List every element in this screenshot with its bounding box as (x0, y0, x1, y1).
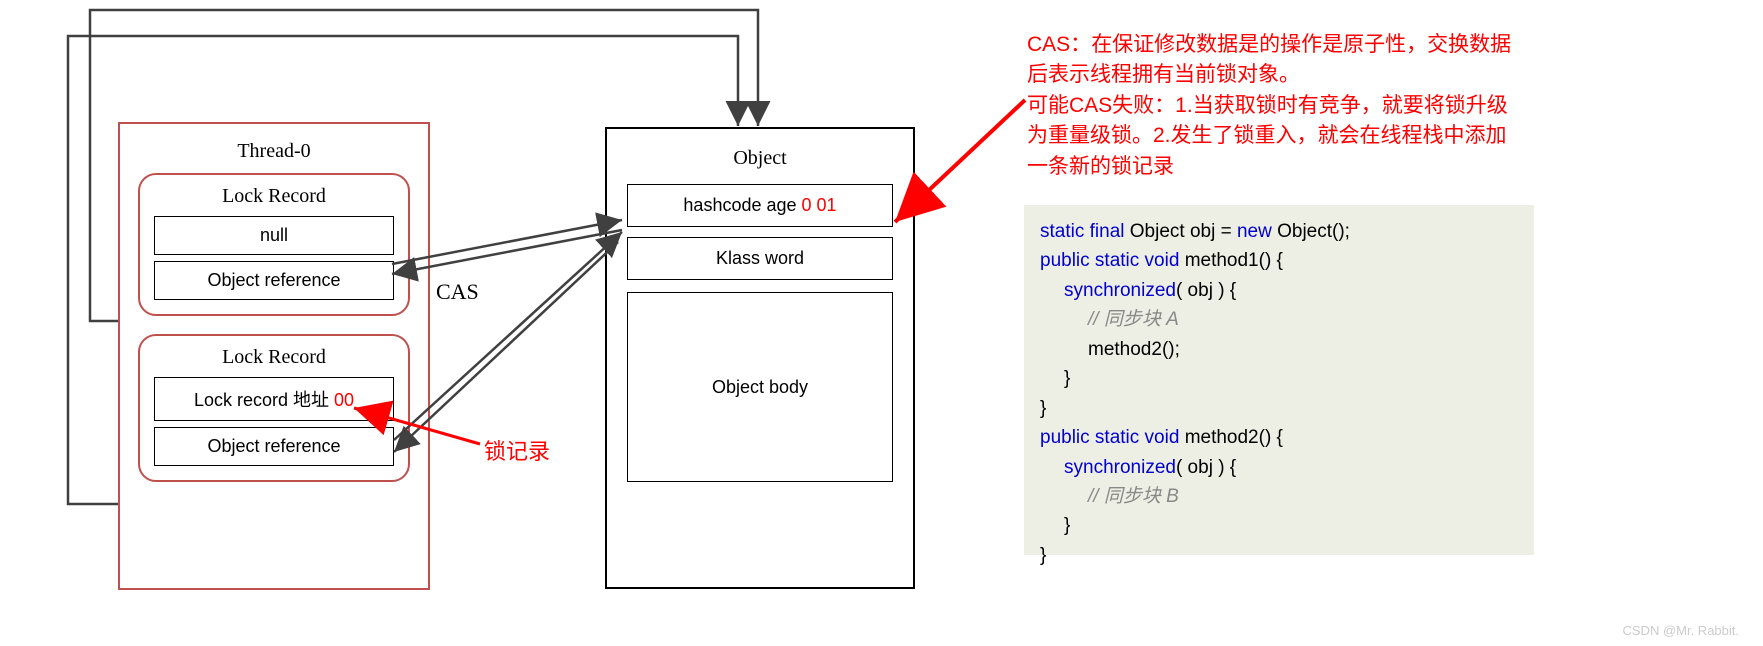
lock-record-0: Lock Record null Object reference (138, 173, 410, 316)
thread-box: Thread-0 Lock Record null Object referen… (118, 122, 430, 590)
code-line: method2(); (1040, 335, 1518, 364)
object-markword: hashcode age 0 01 (627, 184, 893, 227)
code-line: } (1040, 364, 1518, 393)
note-line1: 在保证修改数据是的操作是原子性，交换数据后表示线程拥有当前锁对象。 (1027, 33, 1511, 86)
watermark: CSDN @Mr. Rabbit. (1623, 623, 1740, 638)
code-line: } (1040, 511, 1518, 540)
lock-record-objref: Object reference (154, 261, 394, 300)
code-line: } (1040, 541, 1518, 570)
lockrec-addr-prefix: Lock record 地址 (194, 390, 334, 410)
code-line: public static void method2() { (1040, 423, 1518, 452)
annotation-note: CAS：在保证修改数据是的操作是原子性，交换数据后表示线程拥有当前锁对象。 可能… (1027, 30, 1527, 182)
lock-record-address: Lock record 地址 00 (154, 377, 394, 421)
object-title: Object (607, 147, 913, 170)
thread-title: Thread-0 (120, 140, 428, 163)
markword-suffix: 0 01 (802, 195, 837, 215)
note-line2: 可能CAS失败：1.当获取锁时有竞争，就要将锁升级为重量级锁。2.发生了锁重入，… (1027, 94, 1508, 178)
code-line: synchronized( obj ) { (1040, 276, 1518, 305)
code-line: } (1040, 394, 1518, 423)
lockrec-addr-suffix: 00 (334, 390, 354, 410)
object-body: Object body (627, 292, 893, 482)
lock-record-title: Lock Record (154, 346, 394, 369)
cas-label: CAS (436, 279, 479, 305)
code-line: static final Object obj = new Object(); (1040, 217, 1518, 246)
object-klassword: Klass word (627, 237, 893, 280)
code-line: public static void method1() { (1040, 246, 1518, 275)
note-prefix: CAS： (1027, 33, 1091, 56)
code-line: synchronized( obj ) { (1040, 453, 1518, 482)
lock-record-1: Lock Record Lock record 地址 00 Object ref… (138, 334, 410, 482)
lock-record-markword: null (154, 216, 394, 255)
lock-record-title: Lock Record (154, 185, 394, 208)
code-comment: // 同步块 B (1040, 482, 1518, 511)
markword-prefix: hashcode age (683, 195, 801, 215)
code-block: static final Object obj = new Object(); … (1024, 205, 1534, 555)
lockrecord-label: 锁记录 (484, 434, 550, 466)
object-box: Object hashcode age 0 01 Klass word Obje… (605, 127, 915, 589)
code-comment: // 同步块 A (1040, 305, 1518, 334)
lock-record-objref: Object reference (154, 427, 394, 466)
